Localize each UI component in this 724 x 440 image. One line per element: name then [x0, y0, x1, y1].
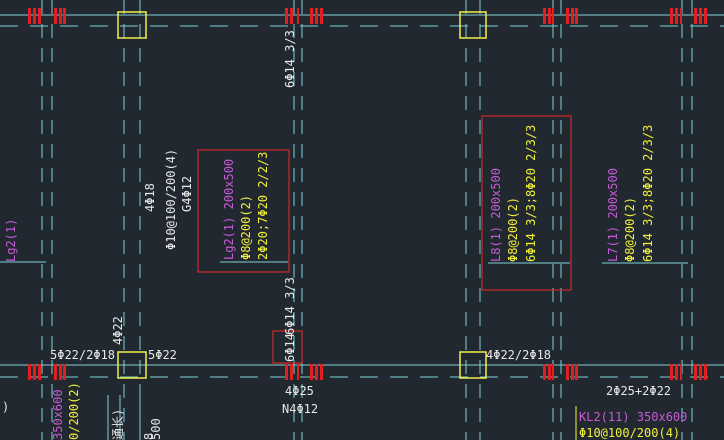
lg2-edge-label: Lg2(1)	[4, 219, 18, 262]
beam-edge-segments	[0, 261, 688, 264]
l7-stirrup: Φ8@200(2)	[623, 197, 637, 262]
left-edge-bracket: )	[2, 400, 9, 414]
left-edge-stirrup: 0/200(2)	[67, 382, 81, 440]
left-edge-dim: 500	[149, 418, 163, 440]
kl2-stirrup: Φ10@100/200(4)	[579, 426, 680, 440]
bottom-stirrup-boxed: 6Φ14	[283, 333, 297, 362]
bottom-left-rebar-a: 5Φ22/2Φ18	[50, 348, 115, 362]
mid-rebar-vertical: 4Φ22	[111, 316, 125, 345]
kl2-title: KL2(11) 350x600	[579, 410, 687, 424]
column-square[interactable]	[459, 11, 487, 39]
below-column-rebar: 4Φ25	[285, 384, 314, 398]
l7-rebar: 6Φ14 3/3;8Φ20 2/3/3	[641, 125, 655, 262]
l8-rebar: 6Φ14 3/3;8Φ20 2/3/3	[524, 125, 538, 262]
lg2-rebar: 2Φ20;7Φ20 2/2/3	[256, 152, 270, 260]
left-edge-note: 通长)	[111, 409, 125, 440]
left-edge-size: 350x600	[51, 389, 65, 440]
far-right-rebar: 2Φ25+2Φ22	[606, 384, 671, 398]
cad-drawing-canvas[interactable]: 6Φ14 3/3 4Φ18 Φ10@100/200(4) G4Φ12 Lg2(1…	[0, 0, 724, 440]
bottom-stirrup-top: 6Φ14 3/3	[283, 277, 297, 335]
cad-drawing-svg[interactable]: 6Φ14 3/3 4Φ18 Φ10@100/200(4) G4Φ12 Lg2(1…	[0, 0, 724, 440]
lg2-stirrup: Φ8@200(2)	[239, 195, 253, 260]
below-column-side-rebar: N4Φ12	[282, 402, 318, 416]
col-b-g-label: G4Φ12	[180, 176, 194, 212]
column-square[interactable]	[117, 11, 147, 39]
lg2-title: Lg2(1) 200x500	[222, 159, 236, 260]
l7-title: L7(1) 200x500	[606, 168, 620, 262]
vertical-grid-lines	[41, 0, 693, 440]
top-stirrup-label: 6Φ14 3/3	[283, 30, 297, 88]
l8-title: L8(1) 200x500	[489, 168, 503, 262]
l8-stirrup: Φ8@200(2)	[506, 197, 520, 262]
bottom-right-rebar-a: 4Φ22/2Φ18	[486, 348, 551, 362]
bottom-left-rebar-b: 5Φ22	[148, 348, 177, 362]
col-b-rebar-label: 4Φ18	[143, 183, 157, 212]
col-b-stirrup-label: Φ10@100/200(4)	[164, 149, 178, 250]
